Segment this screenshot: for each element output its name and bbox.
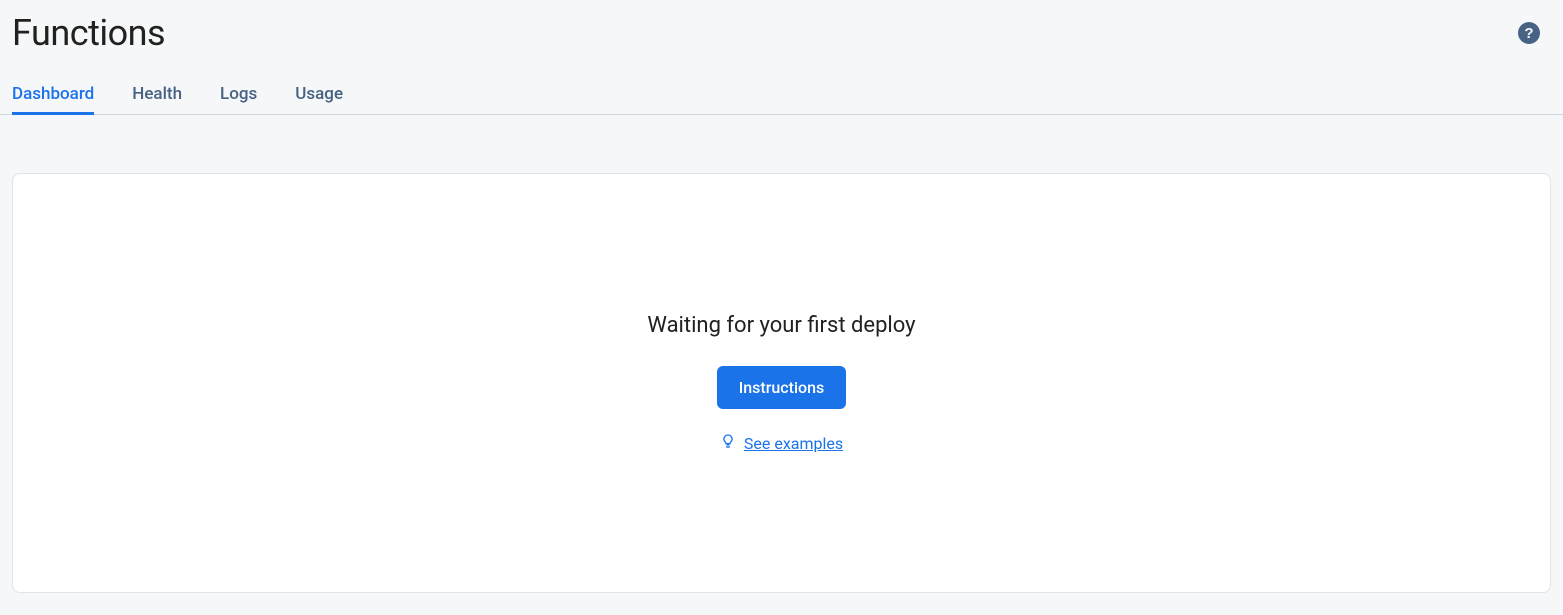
tab-logs[interactable]: Logs <box>220 76 257 114</box>
see-examples-link-wrap: See examples <box>720 433 843 453</box>
page-title: Functions <box>12 12 165 54</box>
tab-usage[interactable]: Usage <box>295 76 343 114</box>
empty-state-card: Waiting for your first deploy Instructio… <box>12 173 1551 593</box>
svg-text:?: ? <box>1524 25 1533 42</box>
page-header: Functions ? <box>0 0 1563 54</box>
tab-health[interactable]: Health <box>132 76 182 114</box>
lightbulb-icon <box>720 433 736 453</box>
instructions-button[interactable]: Instructions <box>717 366 847 409</box>
see-examples-link[interactable]: See examples <box>744 434 843 453</box>
empty-state-heading: Waiting for your first deploy <box>647 313 915 338</box>
tab-dashboard[interactable]: Dashboard <box>12 76 94 114</box>
tabs-bar: Dashboard Health Logs Usage <box>0 76 1563 115</box>
help-icon[interactable]: ? <box>1515 19 1543 47</box>
